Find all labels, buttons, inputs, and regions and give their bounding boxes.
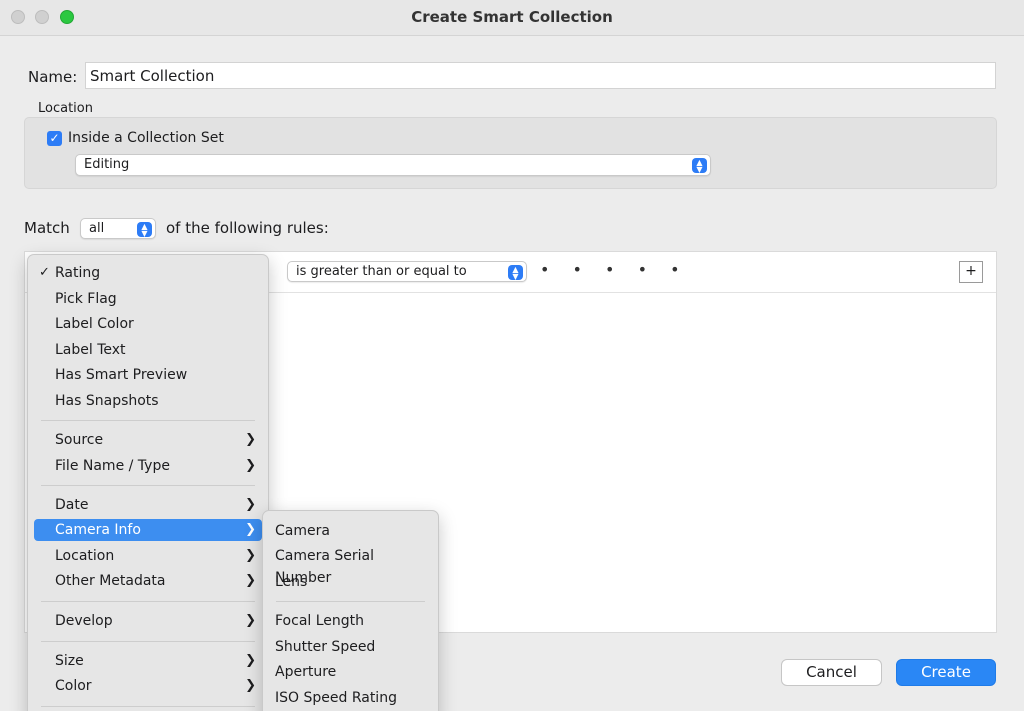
match-label: Match — [24, 219, 70, 237]
chevron-right-icon: ❯ — [245, 458, 256, 473]
menu-item-pick-flag[interactable]: Pick Flag — [34, 288, 262, 310]
create-smart-collection-dialog: Create Smart Collection Name: Location ✓… — [0, 0, 1024, 711]
rating-dots[interactable]: • • • • • — [540, 260, 689, 279]
collection-set-value: Editing — [84, 157, 130, 172]
chevron-right-icon: ❯ — [245, 497, 256, 512]
menu-separator — [276, 601, 425, 602]
menu-item-date[interactable]: Date ❯ — [34, 494, 262, 516]
match-suffix-label: of the following rules: — [166, 219, 329, 237]
menu-item-location[interactable]: Location ❯ — [34, 545, 262, 567]
window-title: Create Smart Collection — [411, 8, 613, 26]
submenu-item-iso-speed-rating[interactable]: ISO Speed Rating — [269, 687, 432, 709]
chevron-right-icon: ❯ — [245, 573, 256, 588]
chevron-right-icon: ❯ — [245, 613, 256, 628]
submenu-item-aperture[interactable]: Aperture — [269, 661, 432, 683]
title-bar: Create Smart Collection — [0, 0, 1024, 36]
create-button[interactable]: Create — [896, 659, 996, 686]
match-mode-value: all — [89, 221, 105, 236]
collection-set-popup[interactable]: Editing ▲ ▼ — [75, 154, 711, 176]
operator-value: is greater than or equal to — [296, 264, 467, 279]
up-down-stepper-icon: ▲ ▼ — [508, 265, 523, 281]
submenu-item-lens[interactable]: Lens — [269, 571, 432, 593]
submenu-item-camera[interactable]: Camera — [269, 520, 432, 542]
menu-item-file-name-type[interactable]: File Name / Type ❯ — [34, 455, 262, 477]
name-label: Name: — [28, 68, 78, 86]
location-label: Location — [38, 101, 93, 116]
chevron-right-icon: ❯ — [245, 432, 256, 447]
menu-item-other-metadata[interactable]: Other Metadata ❯ — [34, 570, 262, 592]
up-down-stepper-icon: ▲ ▼ — [692, 158, 707, 174]
match-mode-popup[interactable]: all ▲ ▼ — [80, 218, 156, 239]
menu-item-label-color[interactable]: Label Color — [34, 313, 262, 335]
menu-separator — [41, 601, 255, 602]
chevron-right-icon: ❯ — [245, 653, 256, 668]
menu-separator — [41, 485, 255, 486]
menu-separator — [41, 641, 255, 642]
menu-separator — [41, 706, 255, 707]
submenu-item-shutter-speed[interactable]: Shutter Speed — [269, 636, 432, 658]
menu-item-color[interactable]: Color ❯ — [34, 675, 262, 697]
name-input[interactable] — [85, 62, 996, 89]
menu-item-rating[interactable]: ✓ Rating — [34, 262, 262, 284]
menu-item-develop[interactable]: Develop ❯ — [34, 610, 262, 632]
menu-item-size[interactable]: Size ❯ — [34, 650, 262, 672]
chevron-right-icon: ❯ — [245, 522, 256, 537]
menu-separator — [41, 420, 255, 421]
criteria-menu: ✓ Rating Pick Flag Label Color Label Tex… — [27, 254, 269, 711]
chevron-right-icon: ❯ — [245, 678, 256, 693]
up-down-stepper-icon: ▲ ▼ — [137, 222, 152, 238]
checkmark-icon: ✓ — [39, 265, 50, 280]
operator-popup[interactable]: is greater than or equal to ▲ ▼ — [287, 261, 527, 282]
submenu-item-camera-serial-number[interactable]: Camera Serial Number — [269, 545, 432, 586]
menu-item-has-smart-preview[interactable]: Has Smart Preview — [34, 364, 262, 386]
menu-item-camera-info[interactable]: Camera Info ❯ — [34, 519, 262, 541]
menu-item-has-snapshots[interactable]: Has Snapshots — [34, 390, 262, 412]
menu-item-label-text[interactable]: Label Text — [34, 339, 262, 361]
submenu-item-focal-length[interactable]: Focal Length — [269, 610, 432, 632]
location-group — [24, 117, 997, 189]
cancel-button[interactable]: Cancel — [781, 659, 882, 686]
camera-info-submenu: Camera Camera Serial Number Lens Focal L… — [262, 510, 439, 711]
chevron-right-icon: ❯ — [245, 548, 256, 563]
inside-collection-set-checkbox[interactable]: ✓ — [47, 131, 62, 146]
inside-collection-set-label[interactable]: Inside a Collection Set — [68, 130, 224, 146]
add-rule-button[interactable]: + — [959, 261, 983, 283]
menu-item-source[interactable]: Source ❯ — [34, 429, 262, 451]
